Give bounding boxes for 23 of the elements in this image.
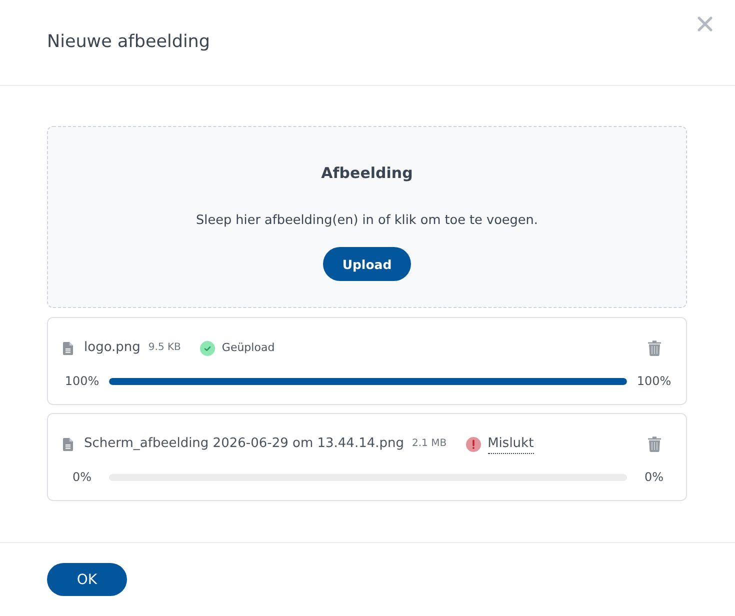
upload-button[interactable]: Upload (323, 247, 411, 281)
progress-percent: 100% (64, 373, 100, 390)
file-name: logo.png (84, 339, 140, 357)
status-label: Geüpload (222, 340, 275, 356)
dropzone[interactable]: Afbeelding Sleep hier afbeelding(en) in of klik om toe te voegen. Upload (47, 126, 687, 308)
file-size: 2.1 MB (412, 437, 447, 451)
trash-icon[interactable] (648, 436, 661, 452)
dialog-title: Nieuwe afbeelding (47, 31, 210, 53)
file-name: Scherm_afbeelding 2026-06-29 om 13.44.14.png (84, 435, 404, 453)
check-icon (200, 340, 215, 356)
dropzone-instruction: Sleep hier afbeelding(en) in of klik om toe te voegen. (196, 212, 538, 230)
ok-button[interactable]: OK (47, 563, 127, 596)
exclamation-icon (466, 436, 481, 452)
file-size: 9.5 KB (148, 341, 181, 355)
status-label: Mislukt (488, 434, 534, 454)
progress-percent: 0% (71, 469, 93, 486)
progress-percent: 0% (643, 469, 665, 486)
close-icon[interactable] (697, 16, 713, 32)
file-icon (63, 342, 73, 354)
dropzone-title: Afbeelding (321, 163, 413, 184)
file-icon (63, 438, 73, 450)
progress-percent: 100% (636, 373, 672, 390)
trash-icon[interactable] (648, 340, 661, 356)
